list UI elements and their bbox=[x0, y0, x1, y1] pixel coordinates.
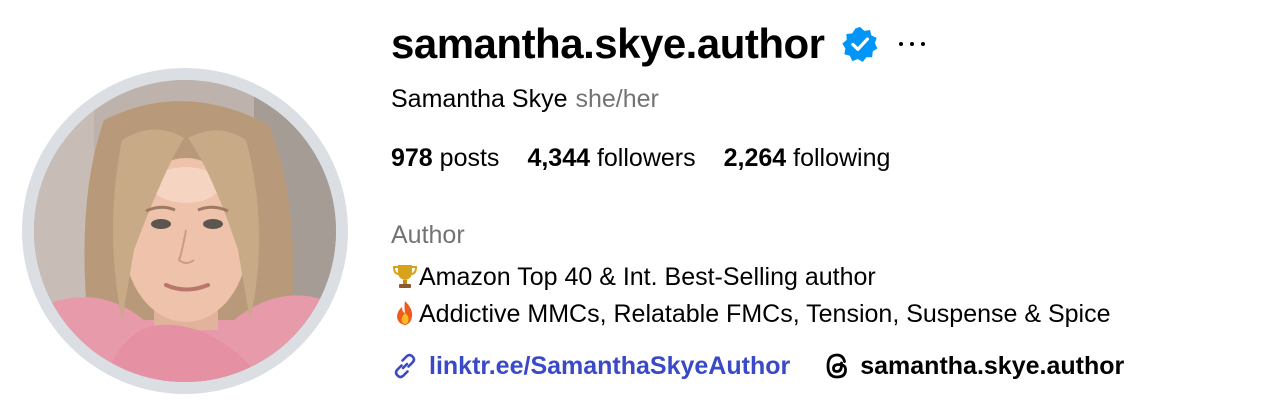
avatar-photo bbox=[34, 80, 336, 382]
stat-posts[interactable]: 978 posts bbox=[391, 143, 499, 173]
threads-icon bbox=[824, 352, 850, 380]
stat-label: following bbox=[793, 144, 891, 172]
external-link[interactable]: linktr.ee/SamanthaSkyeAuthor bbox=[391, 352, 790, 381]
profile-avatar[interactable] bbox=[34, 80, 336, 382]
bio-line: Addictive MMCs, Relatable FMCs, Tension,… bbox=[391, 299, 1111, 329]
pronouns: she/her bbox=[575, 85, 659, 113]
external-link-text: linktr.ee/SamanthaSkyeAuthor bbox=[429, 351, 791, 380]
stat-label: followers bbox=[596, 144, 696, 172]
more-options-icon[interactable] bbox=[898, 39, 925, 49]
full-name: Samantha Skye bbox=[391, 85, 568, 113]
stat-label: posts bbox=[439, 144, 500, 172]
link-icon bbox=[391, 352, 419, 380]
stat-followers[interactable]: 4,344 followers bbox=[527, 143, 695, 173]
bio-text: Addictive MMCs, Relatable FMCs, Tension,… bbox=[419, 300, 1111, 328]
more-dot bbox=[920, 42, 925, 46]
name-row: Samantha Skye she/her bbox=[391, 84, 659, 114]
links-row: linktr.ee/SamanthaSkyeAuthor samantha.sk… bbox=[391, 350, 1124, 382]
threads-handle: samantha.skye.author bbox=[860, 351, 1125, 380]
stat-count: 2,264 bbox=[723, 144, 787, 172]
username: samantha.skye.author bbox=[391, 20, 825, 67]
stat-count: 978 bbox=[391, 144, 433, 172]
verified-badge-icon bbox=[841, 25, 879, 63]
fire-icon bbox=[391, 300, 419, 326]
bio-line: Amazon Top 40 & Int. Best-Selling author bbox=[391, 262, 876, 292]
profile-stats: 978 posts 4,344 followers 2,264 following bbox=[391, 143, 918, 173]
stat-count: 4,344 bbox=[527, 144, 590, 172]
more-dot bbox=[898, 42, 903, 46]
profile-category: Author bbox=[391, 221, 465, 249]
stat-following[interactable]: 2,264 following bbox=[724, 143, 891, 173]
threads-link[interactable]: samantha.skye.author bbox=[824, 352, 1124, 381]
more-dot bbox=[909, 42, 914, 46]
profile-header: samantha.skye.author bbox=[391, 14, 925, 74]
trophy-icon bbox=[391, 263, 419, 289]
bio-text: Amazon Top 40 & Int. Best-Selling author bbox=[419, 263, 876, 291]
